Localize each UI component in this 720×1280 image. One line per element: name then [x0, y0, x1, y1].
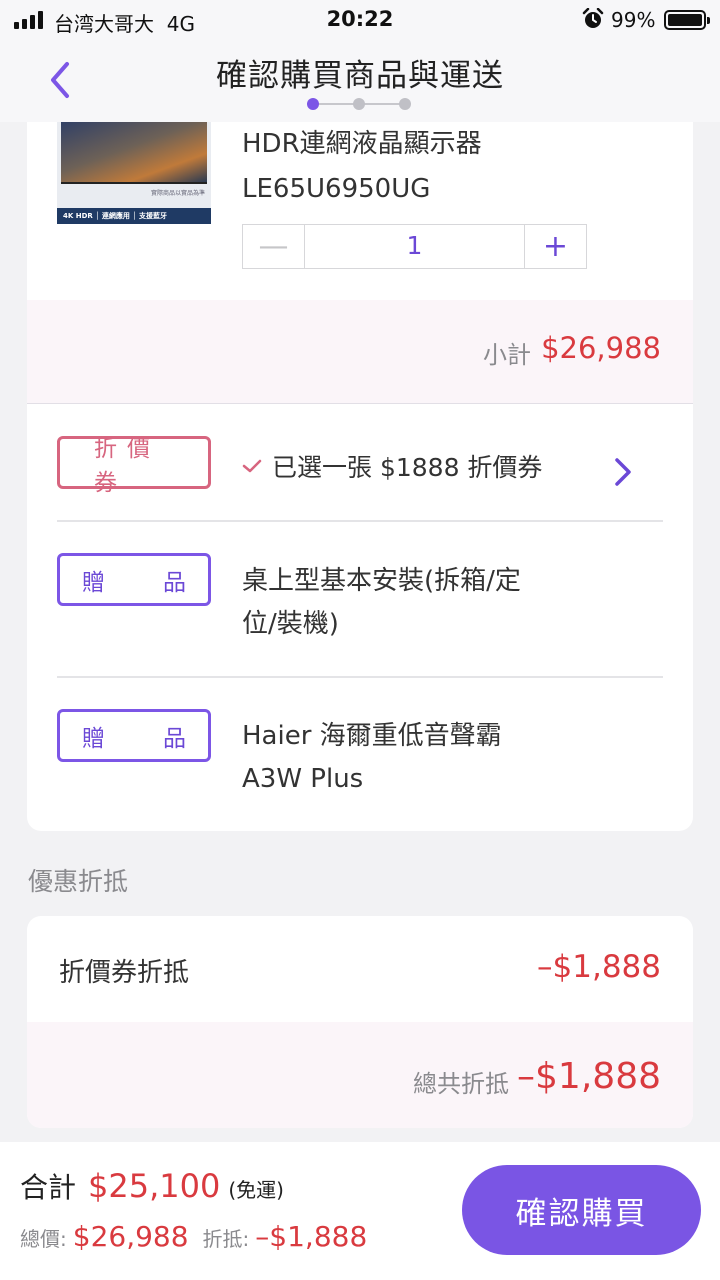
grand-total: 合計 $25,100 (免運) [20, 1166, 284, 1206]
discount-section-title: 優惠折抵 [28, 867, 129, 896]
page-header: 確認購買商品與運送 [0, 40, 720, 122]
gift-item-1-line2: 位/裝機) [242, 609, 339, 639]
quantity-increase-button[interactable]: + [524, 225, 586, 268]
quantity-decrease-button[interactable]: — [243, 225, 305, 268]
discount-total-label: 總共折抵 [413, 1070, 509, 1098]
divider [57, 676, 663, 678]
discount-card: 折價券折抵 –$1,888 總共折抵 –$1,888 [27, 916, 693, 1128]
status-bar: 台湾大哥大 4G 20:22 99% [0, 0, 720, 40]
page-title: 確認購買商品與運送 [216, 58, 504, 94]
quantity-input[interactable]: 1 [305, 225, 524, 268]
gift-item-2-line2: A3W Plus [242, 764, 364, 794]
subtotal-value: $26,988 [541, 331, 661, 365]
gift-tag: 贈 品 [57, 709, 211, 762]
product-image[interactable]: 實際商品以實品為準 4K HDR │ 連網應用 │ 支援藍牙 [57, 120, 211, 224]
discount-value: –$1,888 [255, 1220, 368, 1253]
discount-total-row: 總共折抵 –$1,888 [27, 1022, 693, 1128]
coupon-discount-value: –$1,888 [537, 949, 661, 985]
coupon-selection: 已選一張 $1888 折價券 [242, 448, 542, 484]
grand-total-value: $25,100 [88, 1167, 221, 1205]
subtotal-label: 小計 [483, 341, 531, 369]
battery-percent: 99% [611, 8, 656, 32]
chevron-right-icon [615, 458, 631, 486]
gift-tag: 贈 品 [57, 553, 211, 606]
battery-icon [664, 10, 710, 30]
coupon-tag: 折價券 [57, 436, 211, 496]
grand-total-label: 合計 [20, 1171, 77, 1204]
gift-tag-right: 品 [163, 725, 186, 752]
alarm-icon [582, 8, 604, 28]
confirm-purchase-button[interactable]: 確認購買 [462, 1165, 701, 1255]
product-model: LE65U6950UG [242, 174, 431, 204]
discount-label: 折抵: [202, 1227, 250, 1251]
step-indicator [305, 96, 417, 112]
gift-tag-right: 品 [163, 569, 186, 596]
step-dot-3 [399, 98, 411, 110]
discount-total-value: –$1,888 [517, 1056, 661, 1097]
coupon-chevron-button[interactable] [611, 455, 635, 489]
gift-tag-left: 贈 [82, 725, 105, 752]
shipping-note: (免運) [228, 1178, 284, 1202]
gift-item-1: 桌上型基本安裝(拆箱/定 位/裝機) [242, 560, 521, 646]
divider [57, 520, 663, 522]
quantity-stepper: — 1 + [242, 224, 587, 269]
coupon-selected-text: 已選一張 $1888 折價券 [272, 453, 543, 482]
checkout-bar: 合計 $25,100 (免運) 總價: $26,988 折抵: –$1,888 … [0, 1142, 720, 1280]
gift-tag-left: 贈 [82, 569, 105, 596]
image-feature-strip: 4K HDR │ 連網應用 │ 支援藍牙 [57, 208, 211, 224]
step-dot-2 [353, 98, 365, 110]
order-item-card: 實際商品以實品為準 4K HDR │ 連網應用 │ 支援藍牙 HDR連網液晶顯示… [27, 60, 693, 831]
gift-item-2-line1: Haier 海爾重低音聲霸 [242, 721, 502, 751]
step-dot-1 [307, 98, 319, 110]
check-icon [242, 459, 262, 473]
subtotal-row: 小計 $26,988 [27, 300, 693, 404]
image-caption: 實際商品以實品為準 [150, 190, 205, 197]
tv-screen-graphic [61, 120, 207, 184]
price-value: $26,988 [72, 1220, 189, 1253]
product-name: HDR連網液晶顯示器 LE65U6950UG [242, 122, 482, 212]
gift-item-1-line1: 桌上型基本安裝(拆箱/定 [242, 566, 521, 596]
gift-item-2: Haier 海爾重低音聲霸 A3W Plus [242, 715, 502, 801]
price-breakdown: 總價: $26,988 折抵: –$1,888 [20, 1220, 381, 1253]
price-label: 總價: [20, 1227, 67, 1251]
product-name-line1: HDR連網液晶顯示器 [242, 129, 482, 159]
coupon-discount-label: 折價券折抵 [59, 958, 190, 988]
